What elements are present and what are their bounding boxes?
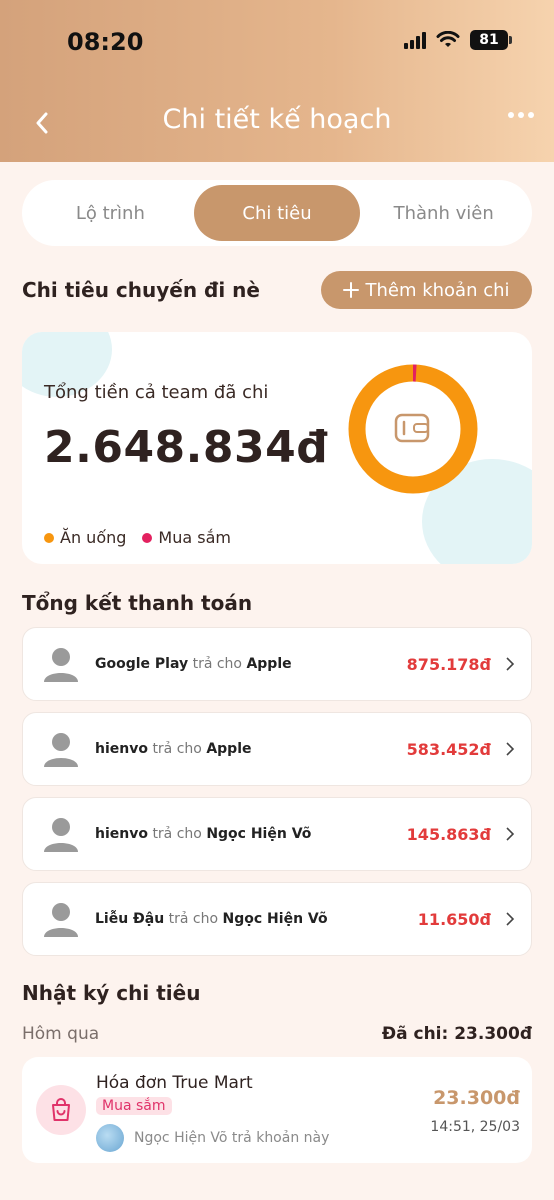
page-title: Chi tiết kế hoạch [162, 104, 392, 135]
shopping-bag-icon [36, 1085, 86, 1135]
settlement-text: Liễu Đậu trả cho Ngọc Hiện Võ [95, 911, 418, 927]
plan-tabs: Lộ trình Chi tiêu Thành viên [22, 180, 532, 246]
more-options-button[interactable] [508, 112, 534, 118]
payer-name: Liễu Đậu [95, 911, 165, 927]
settlement-text: Google Play trả cho Apple [95, 656, 407, 672]
settlement-amount: 11.650đ [417, 909, 491, 929]
spending-summary-card: Tổng tiền cả team đã chi 2.648.834đ Ăn u… [22, 332, 532, 564]
cellular-signal-icon [404, 31, 426, 49]
expense-payer-text: Ngọc Hiện Võ trả khoản này [134, 1130, 330, 1146]
expense-time: 14:51, 25/03 [430, 1119, 520, 1135]
legend-dot [142, 532, 153, 543]
user-avatar-icon [44, 818, 78, 852]
expense-category-tag: Mua sắm [96, 1097, 172, 1115]
chevron-right-icon [506, 742, 515, 756]
more-dot-icon [518, 112, 524, 118]
settlement-amount: 583.452đ [406, 739, 491, 759]
plus-icon [343, 282, 360, 298]
payee-name: Ngọc Hiện Võ [206, 826, 312, 842]
tab-route[interactable]: Lộ trình [27, 185, 194, 241]
user-avatar-icon [44, 903, 78, 937]
expense-amount: 23.300đ [433, 1087, 520, 1109]
legend-dot [44, 532, 54, 543]
add-expense-label: Thêm khoản chi [365, 279, 510, 301]
user-avatar-icon [44, 733, 78, 767]
user-avatar-icon [44, 648, 78, 682]
settlement-row[interactable]: Google Play trả cho Apple 875.178đ [22, 627, 532, 701]
chevron-right-icon [506, 657, 515, 671]
more-dot-icon [508, 112, 514, 118]
expense-entry[interactable]: Hóa đơn True Mart Mua sắm Ngọc Hiện Võ t… [22, 1057, 532, 1163]
tab-expenses[interactable]: Chi tiêu [193, 185, 361, 241]
payee-name: Apple [246, 656, 292, 672]
settlement-verb: trả cho [192, 656, 242, 672]
wifi-icon [436, 31, 460, 47]
settlement-verb: trả cho [152, 741, 202, 757]
settlement-row[interactable]: Liễu Đậu trả cho Ngọc Hiện Võ 11.650đ [22, 882, 532, 956]
settlement-text: hienvo trả cho Apple [95, 741, 407, 757]
payee-name: Apple [206, 741, 252, 757]
status-time: 08:20 [67, 28, 144, 56]
settlement-verb: trả cho [152, 826, 202, 842]
payer-name: hienvo [95, 826, 148, 842]
legend-item-shopping: Mua sắm [142, 528, 231, 547]
day-group-total: Đã chi: 23.300đ [381, 1024, 532, 1044]
payer-name: Google Play [95, 656, 189, 672]
settlement-row[interactable]: hienvo trả cho Apple 583.452đ [22, 712, 532, 786]
day-group-label: Hôm qua [22, 1024, 100, 1044]
chevron-right-icon [506, 912, 515, 926]
add-expense-button[interactable]: Thêm khoản chi [321, 271, 532, 309]
settlement-row[interactable]: hienvo trả cho Ngọc Hiện Võ 145.863đ [22, 797, 532, 871]
expense-title: Hóa đơn True Mart [96, 1073, 253, 1093]
settlement-verb: trả cho [168, 911, 219, 927]
tab-members[interactable]: Thành viên [360, 185, 527, 241]
expense-payer: Ngọc Hiện Võ trả khoản này [96, 1124, 329, 1152]
total-spent-value: 2.648.834đ [44, 422, 329, 473]
app-header: 08:20 81 Chi tiết kế hoạch [0, 0, 554, 162]
legend-label: Ăn uống [60, 528, 127, 547]
legend-label: Mua sắm [158, 528, 231, 547]
spending-donut-chart [348, 364, 478, 494]
settlement-section-title: Tổng kết thanh toán [22, 591, 253, 615]
more-dot-icon [528, 112, 534, 118]
expense-log-title: Nhật ký chi tiêu [22, 981, 201, 1005]
status-icons: 81 [404, 30, 512, 50]
settlement-text: hienvo trả cho Ngọc Hiện Võ [95, 826, 407, 842]
settlement-amount: 145.863đ [406, 824, 491, 844]
payer-name: hienvo [95, 741, 148, 757]
battery-icon: 81 [470, 30, 512, 50]
chevron-right-icon [506, 827, 515, 841]
payee-name: Ngọc Hiện Võ [222, 911, 328, 927]
legend-item-food: Ăn uống [44, 528, 126, 547]
wallet-icon [394, 413, 430, 443]
total-spent-label: Tổng tiền cả team đã chi [44, 382, 269, 403]
avatar [96, 1124, 124, 1152]
settlement-amount: 875.178đ [406, 654, 491, 674]
chart-legend: Ăn uống Mua sắm [44, 528, 231, 547]
expenses-section-title: Chi tiêu chuyến đi nè [22, 278, 260, 302]
